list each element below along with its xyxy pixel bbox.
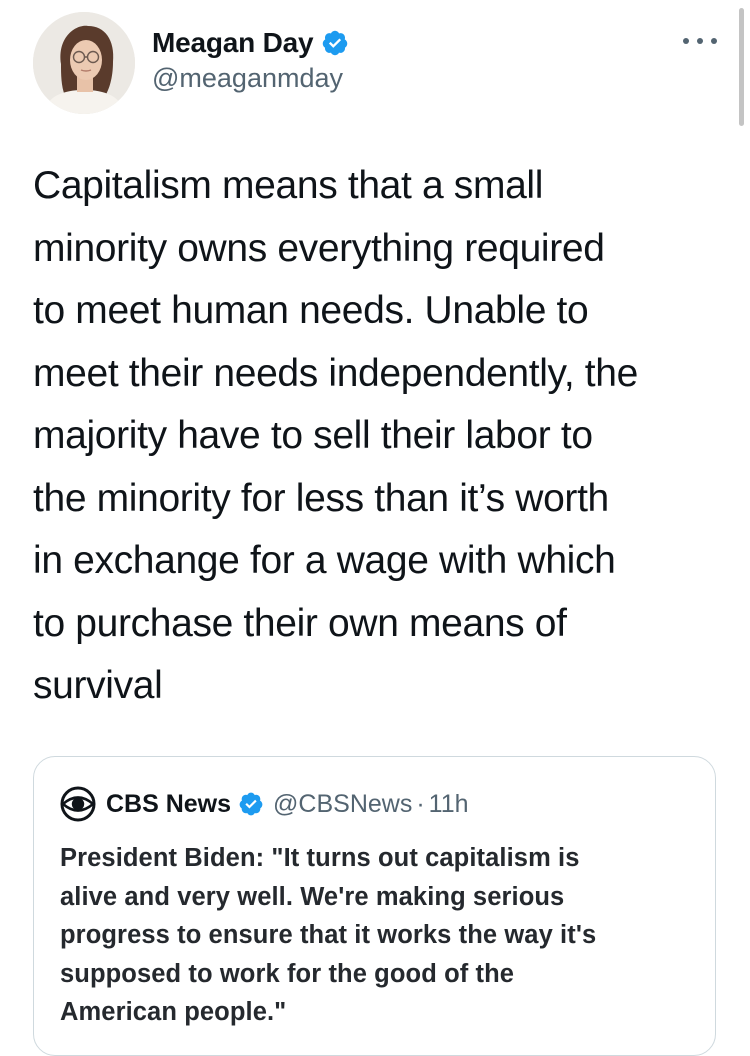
- dot: [683, 38, 689, 44]
- verified-badge-icon: [239, 792, 263, 816]
- author-header: Meagan Day: [152, 26, 349, 60]
- verified-badge-icon: [323, 30, 348, 56]
- quoted-tweet-card[interactable]: CBS News @CBSNews · 11h President Biden:…: [33, 756, 716, 1056]
- author-handle[interactable]: @meaganmday: [152, 63, 343, 94]
- cbs-eye-logo-icon: [60, 786, 96, 822]
- tweet-text: Capitalism means that a small minority o…: [33, 164, 638, 707]
- more-options-icon[interactable]: [683, 30, 717, 52]
- quoted-author-handle[interactable]: @CBSNews: [273, 790, 412, 819]
- author-avatar[interactable]: [33, 12, 135, 114]
- quoted-author-name[interactable]: CBS News: [106, 790, 231, 819]
- dot: [697, 38, 703, 44]
- avatar-photo: [33, 12, 135, 114]
- quoted-tweet-text: President Biden: "It turns out capitalis…: [60, 844, 597, 1027]
- separator-dot: ·: [416, 789, 425, 818]
- quoted-tweet-time[interactable]: 11h: [429, 790, 469, 819]
- quoted-tweet-header: CBS News @CBSNews · 11h: [60, 786, 469, 822]
- author-name[interactable]: Meagan Day: [152, 27, 314, 59]
- scrollbar[interactable]: [739, 8, 744, 126]
- dot: [711, 38, 717, 44]
